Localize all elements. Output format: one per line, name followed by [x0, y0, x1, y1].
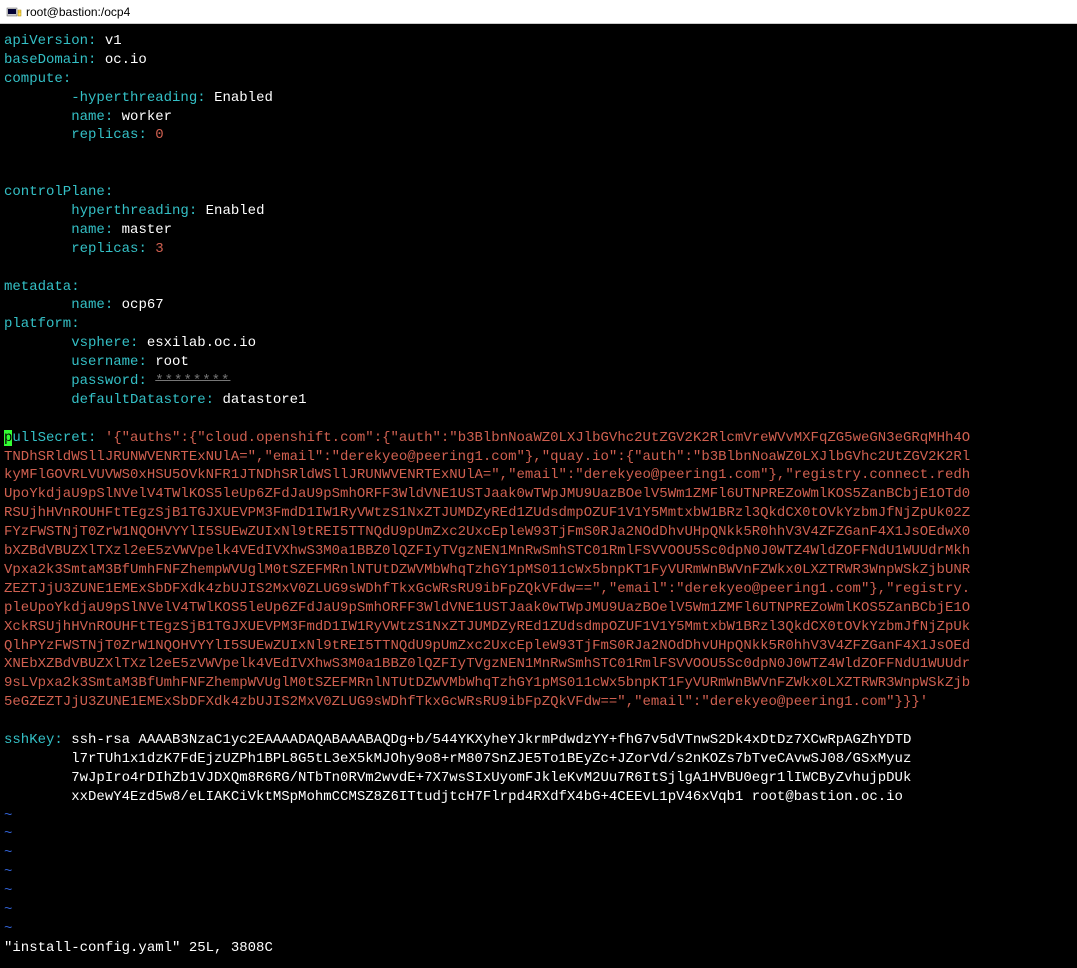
- putty-icon: [6, 4, 22, 20]
- yaml-value: datastore1: [222, 392, 306, 408]
- yaml-value: esxilab.oc.io: [147, 335, 256, 351]
- yaml-key: vsphere: [71, 335, 130, 351]
- yaml-key: -hyperthreading: [71, 90, 197, 106]
- vim-tilde: ~: [4, 826, 12, 842]
- yaml-value: ocp67: [122, 297, 164, 313]
- yaml-key: replicas: [71, 127, 138, 143]
- yaml-value: Enabled: [214, 90, 273, 106]
- yaml-value-obscured: ********: [155, 373, 230, 389]
- yaml-key: ullSecret: [12, 430, 88, 446]
- yaml-key: compute: [4, 71, 63, 87]
- vim-tilde: ~: [4, 921, 12, 937]
- vim-tilde: ~: [4, 902, 12, 918]
- yaml-key: metadata: [4, 279, 71, 295]
- yaml-value: master: [122, 222, 172, 238]
- window-titlebar: root@bastion:/ocp4: [0, 0, 1077, 24]
- yaml-key: name: [71, 109, 105, 125]
- window-title: root@bastion:/ocp4: [26, 5, 130, 19]
- yaml-value: root: [155, 354, 189, 370]
- vim-tilde: ~: [4, 864, 12, 880]
- terminal-viewport[interactable]: apiVersion: v1 baseDomain: oc.io compute…: [0, 24, 1077, 968]
- yaml-key: defaultDatastore: [71, 392, 205, 408]
- yaml-key: hyperthreading: [71, 203, 189, 219]
- yaml-value: oc.io: [105, 52, 147, 68]
- yaml-key: name: [71, 222, 105, 238]
- vim-tilde: ~: [4, 808, 12, 824]
- ssh-key-value: ssh-rsa AAAAB3NzaC1yc2EAAAADAQABAAABAQDg…: [4, 732, 911, 805]
- yaml-key: username: [71, 354, 138, 370]
- vim-status-line: "install-config.yaml" 25L, 3808C: [4, 940, 273, 956]
- pull-secret-value: '{"auths":{"cloud.openshift.com":{"auth"…: [4, 430, 970, 710]
- yaml-key: name: [71, 297, 105, 313]
- yaml-key: apiVersion: [4, 33, 88, 49]
- yaml-key: password: [71, 373, 138, 389]
- yaml-value: 0: [155, 127, 163, 143]
- yaml-key: controlPlane: [4, 184, 105, 200]
- vim-tilde: ~: [4, 883, 12, 899]
- yaml-value: worker: [122, 109, 172, 125]
- yaml-key: baseDomain: [4, 52, 88, 68]
- vim-tilde: ~: [4, 845, 12, 861]
- yaml-key: replicas: [71, 241, 138, 257]
- yaml-value: 3: [155, 241, 163, 257]
- yaml-key: sshKey: [4, 732, 54, 748]
- yaml-key: platform: [4, 316, 71, 332]
- yaml-value: v1: [105, 33, 122, 49]
- yaml-value: Enabled: [206, 203, 265, 219]
